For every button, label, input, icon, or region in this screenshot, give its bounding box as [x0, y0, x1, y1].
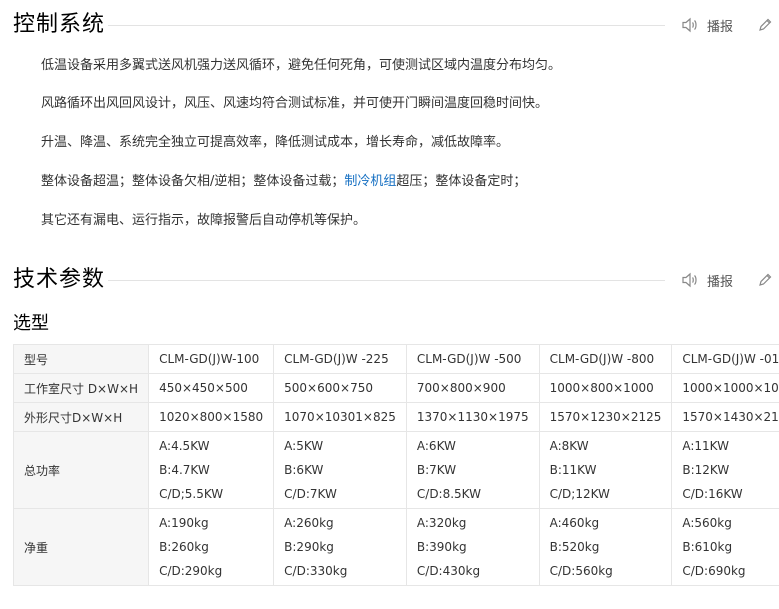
section-header-control-system: 控制系统 播报 [0, 10, 779, 40]
table-cell: A:190kg B:260kg C/D:290kg [148, 508, 275, 586]
table-row-model: 型号 CLM-GD(J)W-100 CLM-GD(J)W -225 CLM-GD… [12, 344, 779, 374]
speaker-icon[interactable] [681, 17, 699, 33]
model-cell: CLM-GD(J)W -225 [273, 344, 407, 374]
cell-line: A:6KW [416, 439, 456, 453]
row-label: 型号 [12, 344, 150, 374]
section-header-tech-params: 技术参数 播报 [0, 265, 779, 295]
table-cell: A:320kg B:390kg C/D:430kg [405, 508, 540, 586]
table-cell: 1000×1000×1000 [671, 373, 779, 403]
cell-line: A:320kg [416, 516, 467, 530]
table-cell: A:8KW B:11KW C/D;12KW [538, 431, 673, 509]
header-divider [108, 280, 665, 281]
cell-line: A:8KW [549, 439, 589, 453]
paragraph: 其它还有漏电、运行指示，故障报警后自动停机等保护。 [41, 213, 367, 228]
cell-line: C/D:560kg [549, 564, 613, 578]
cell-line: B:260kg [159, 540, 209, 554]
cell-line: A:560kg [682, 516, 732, 530]
cell-line: C/D:290kg [159, 564, 223, 578]
cell-line: C/D;12KW [549, 487, 610, 501]
table-cell: A:260kg B:290kg C/D:330kg [273, 508, 407, 586]
cell-line: A:260kg [284, 516, 334, 530]
table-row-outer-size: 外形尺寸D×W×H 1020×800×1580 1070×10301×825 1… [12, 402, 779, 432]
cell-line: C/D:7KW [284, 487, 337, 501]
cell-line: A:11KW [682, 439, 729, 453]
table-cell: A:4.5KW B:4.7KW C/D;5.5KW [148, 431, 275, 509]
table-row-weight: 净重 A:190kg B:260kg C/D:290kg A:260kg B:290k… [12, 508, 779, 586]
paragraph: 风路循环出风回风设计，风压、风速均符合测试标准，并可使开门瞬间温度回稳时间快。 [41, 96, 549, 111]
table-cell: 1570×1430×2125 [671, 402, 779, 432]
cell-line: C/D:16KW [682, 487, 743, 501]
paragraph: 升温、降温、系统完全独立可提高效率，降低测试成本，增长寿命，减低故障率。 [41, 135, 510, 150]
table-cell: 1020×800×1580 [148, 402, 275, 432]
row-label: 工作室尺寸 D×W×H [12, 373, 150, 403]
spec-table: 型号 CLM-GD(J)W-100 CLM-GD(J)W -225 CLM-GD… [12, 344, 779, 586]
paragraph-text: 整体设备超温；整体设备欠相/逆相；整体设备过载； [41, 174, 345, 189]
header-divider [108, 25, 665, 26]
cell-line: C/D:430kg [416, 564, 481, 578]
model-cell: CLM-GD(J)W-100 [148, 344, 275, 374]
cell-line: B:7KW [416, 463, 457, 477]
table-cell: A:5KW B:6KW C/D:7KW [273, 431, 407, 509]
table-cell: 700×800×900 [405, 373, 540, 403]
row-label: 净重 [12, 508, 150, 586]
paragraph: 低温设备采用多翼式送风机强力送风循环，避免任何死角，可使测试区域内温度分布均匀。 [41, 58, 562, 73]
cell-line: B:11KW [549, 463, 597, 477]
table-cell: A:11KW B:12KW C/D:16KW [671, 431, 779, 509]
section-title: 技术参数 [13, 267, 106, 292]
cell-line: B:6KW [284, 463, 324, 477]
paragraph-text: 超压；整体设备定时； [396, 174, 527, 189]
table-row-power: 总功率 A:4.5KW B:4.7KW C/D;5.5KW A:5KW B:6KW C/… [12, 431, 779, 509]
table-cell: 1570×1230×2125 [538, 402, 673, 432]
table-row-chamber-size: 工作室尺寸 D×W×H 450×450×500 500×600×750 700×… [12, 373, 779, 403]
table-cell: 450×450×500 [148, 373, 275, 403]
table-cell: 1070×10301×825 [273, 402, 407, 432]
cell-line: C/D:690kg [682, 564, 746, 578]
cell-line: A:460kg [549, 516, 600, 530]
header-actions: 播报 [681, 269, 773, 291]
cell-line: B:4.7KW [159, 463, 210, 477]
cell-line: B:390kg [416, 540, 467, 554]
speaker-icon[interactable] [681, 272, 699, 288]
link-refrigeration-unit[interactable]: 制冷机组 [344, 174, 396, 189]
cell-line: A:4.5KW [159, 439, 210, 453]
row-label: 外形尺寸D×W×H [12, 402, 150, 432]
cell-line: B:12KW [682, 463, 730, 477]
cell-line: B:520kg [549, 540, 600, 554]
subsection-title: 选型 [13, 313, 49, 334]
cell-line: A:5KW [284, 439, 324, 453]
cell-line: C/D;5.5KW [159, 487, 224, 501]
table-cell: 1370×1130×1975 [405, 402, 540, 432]
cell-line: A:190kg [159, 516, 209, 530]
model-cell: CLM-GD(J)W -800 [538, 344, 673, 374]
table-cell: 1000×800×1000 [538, 373, 673, 403]
cell-line: B:290kg [284, 540, 334, 554]
paragraph-with-link: 整体设备超温；整体设备欠相/逆相；整体设备过载；制冷机组超压；整体设备定时； [41, 173, 526, 191]
edit-icon[interactable] [757, 17, 773, 33]
cell-line: C/D:8.5KW [416, 487, 481, 501]
table-cell: A:6KW B:7KW C/D:8.5KW [405, 431, 540, 509]
table-cell: A:460kg B:520kg C/D:560kg [538, 508, 673, 586]
play-button[interactable]: 播报 [707, 16, 733, 35]
table-cell: 500×600×750 [273, 373, 407, 403]
play-button[interactable]: 播报 [707, 271, 733, 290]
cell-line: B:610kg [682, 540, 733, 554]
model-cell: CLM-GD(J)W -500 [405, 344, 540, 374]
section-title: 控制系统 [13, 12, 106, 37]
model-cell: CLM-GD(J)W -010 [671, 344, 779, 374]
edit-icon[interactable] [757, 272, 773, 288]
table-cell: A:560kg B:610kg C/D:690kg [671, 508, 779, 586]
header-actions: 播报 [681, 14, 773, 36]
cell-line: C/D:330kg [284, 564, 348, 578]
row-label: 总功率 [12, 431, 150, 509]
